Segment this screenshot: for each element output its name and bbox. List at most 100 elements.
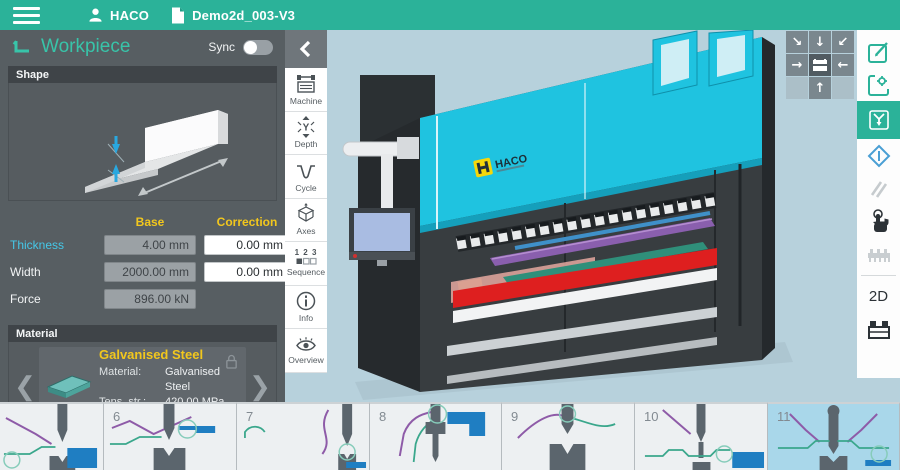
chevron-left-icon xyxy=(297,39,315,59)
sequence-strip: 6 7 8 xyxy=(0,402,900,470)
sequence-step-thumbnail[interactable]: 10 xyxy=(635,402,768,470)
tab-sequence-label: Sequence xyxy=(287,267,325,277)
tab-axes[interactable]: Axes xyxy=(285,199,327,243)
cycle-icon xyxy=(295,160,317,182)
view-machine-icon[interactable] xyxy=(809,54,831,76)
material-prev-button[interactable]: ❮ xyxy=(11,356,39,403)
material-section: Material ❮ Galvanised Steel Material: Ga… xyxy=(8,325,277,402)
tab-cycle-label: Cycle xyxy=(295,183,316,193)
machine-front-icon xyxy=(812,59,828,72)
toolbar-divider xyxy=(861,275,896,276)
tab-info-label: Info xyxy=(299,313,313,323)
sync-label: Sync xyxy=(208,40,235,54)
step-number: 11 xyxy=(777,409,791,424)
crimp-die-icon xyxy=(865,246,893,264)
tab-machine-label: Machine xyxy=(290,96,322,106)
parameter-row-thickness: Thickness xyxy=(10,234,275,256)
top-bar: HACO Demo2d_003-V3 xyxy=(0,0,900,30)
correction-column-header: Correction xyxy=(204,215,285,229)
parameter-row-width: Width xyxy=(10,261,275,283)
tab-depth-label: Depth xyxy=(295,139,318,149)
step-number: 8 xyxy=(379,409,386,424)
force-label: Force xyxy=(10,292,96,306)
touch-select-button[interactable] xyxy=(857,205,900,238)
lock-icon[interactable] xyxy=(225,354,238,369)
tab-overview[interactable]: Overview xyxy=(285,329,327,373)
view-arrow-down-icon[interactable]: ↓ xyxy=(809,31,831,53)
right-toolbar: 2D xyxy=(857,30,900,378)
tab-axes-label: Axes xyxy=(297,226,316,236)
material-prop-label: Tens. str.: xyxy=(99,395,165,403)
view-arrow-left-icon[interactable]: ← xyxy=(832,54,854,76)
tools-mode-button[interactable] xyxy=(857,101,900,139)
material-sheet-icon xyxy=(45,369,93,403)
overview-eye-icon xyxy=(295,336,317,354)
workpiece-panel-header: Workpiece Sync xyxy=(0,30,285,64)
sync-toggle[interactable] xyxy=(243,40,273,55)
2d-view-label: 2D xyxy=(869,288,888,305)
tab-depth[interactable]: Y Depth xyxy=(285,112,327,156)
step-number: 10 xyxy=(644,409,658,424)
bend-step-scene xyxy=(104,404,236,470)
view-arrow-right-icon[interactable]: → xyxy=(786,54,808,76)
material-card[interactable]: Galvanised Steel Material: Galvanised St… xyxy=(39,347,246,403)
step-number: 6 xyxy=(113,409,120,424)
machine-frame-icon xyxy=(865,318,893,342)
sequence-icon xyxy=(295,257,317,266)
shape-section-header: Shape xyxy=(8,66,277,83)
user-chip[interactable]: HACO xyxy=(88,7,149,23)
depth-icon: Y xyxy=(295,116,317,138)
view-orientation-pad: ↘ ↓ ↙ → ← ↑ xyxy=(786,31,854,99)
axes-icon xyxy=(295,203,317,225)
sequence-step-thumbnail[interactable]: 6 xyxy=(104,402,237,470)
diagonal-lines-icon xyxy=(866,176,892,202)
sequence-step-thumbnail[interactable] xyxy=(0,402,104,470)
bend-step-scene xyxy=(502,404,634,470)
user-icon xyxy=(88,7,103,23)
tab-cycle[interactable]: Cycle xyxy=(285,155,327,199)
parameter-table: Base Correction Thickness Width Force xyxy=(0,209,285,323)
punch-tool-icon xyxy=(866,107,892,133)
workpiece-icon xyxy=(12,39,32,56)
edit-drawing-button[interactable] xyxy=(857,35,900,68)
simulation-button[interactable] xyxy=(857,139,900,172)
sequence-step-thumbnail[interactable]: 9 xyxy=(502,402,635,470)
crimping-button-disabled xyxy=(857,238,900,271)
hamburger-menu-button[interactable] xyxy=(0,0,54,30)
pencil-square-icon xyxy=(866,39,892,65)
file-icon xyxy=(171,7,185,24)
sequence-digits: 1 2 3 xyxy=(295,249,318,257)
measure-button-disabled xyxy=(857,172,900,205)
sequence-step-thumbnail-selected[interactable]: 11 xyxy=(768,402,900,470)
view-arrow-down-right-icon[interactable]: ↘ xyxy=(786,31,808,53)
width-correction-field[interactable] xyxy=(204,262,285,282)
workpiece-panel: Workpiece Sync Shape xyxy=(0,30,285,402)
view-pad-blank xyxy=(832,77,854,99)
thickness-label: Thickness xyxy=(10,238,96,252)
collapse-panel-button[interactable] xyxy=(285,30,327,68)
tab-sequence[interactable]: 1 2 3 Sequence xyxy=(285,242,327,286)
material-property-row: Tens. str.: 420.00 MPa xyxy=(99,395,240,403)
view-arrow-down-left-icon[interactable]: ↙ xyxy=(832,31,854,53)
thickness-correction-field[interactable] xyxy=(204,235,285,255)
view-arrow-up-icon[interactable]: ↑ xyxy=(809,77,831,99)
bend-step-scene xyxy=(370,404,501,470)
sequence-step-thumbnail[interactable]: 8 xyxy=(370,402,502,470)
app-window: HACO xyxy=(0,0,900,470)
document-tab[interactable]: Demo2d_003-V3 xyxy=(171,7,295,24)
settings-drawing-button[interactable] xyxy=(857,68,900,101)
machine-frame-button[interactable] xyxy=(857,313,900,346)
parameter-row-force: Force xyxy=(10,288,275,310)
sequence-step-thumbnail[interactable]: 7 xyxy=(237,402,370,470)
tab-info[interactable]: Info xyxy=(285,286,327,330)
material-next-button[interactable]: ❯ xyxy=(246,356,274,403)
machine-icon xyxy=(295,73,317,95)
material-name: Galvanised Steel xyxy=(99,347,240,362)
2d-view-button[interactable]: 2D xyxy=(857,280,900,313)
user-name: HACO xyxy=(110,8,149,23)
material-property-row: Material: Galvanised Steel xyxy=(99,365,240,395)
tab-machine[interactable]: Machine xyxy=(285,68,327,112)
material-section-header: Material xyxy=(8,325,277,342)
shape-section: Shape xyxy=(8,66,277,201)
tab-overview-label: Overview xyxy=(288,355,323,365)
